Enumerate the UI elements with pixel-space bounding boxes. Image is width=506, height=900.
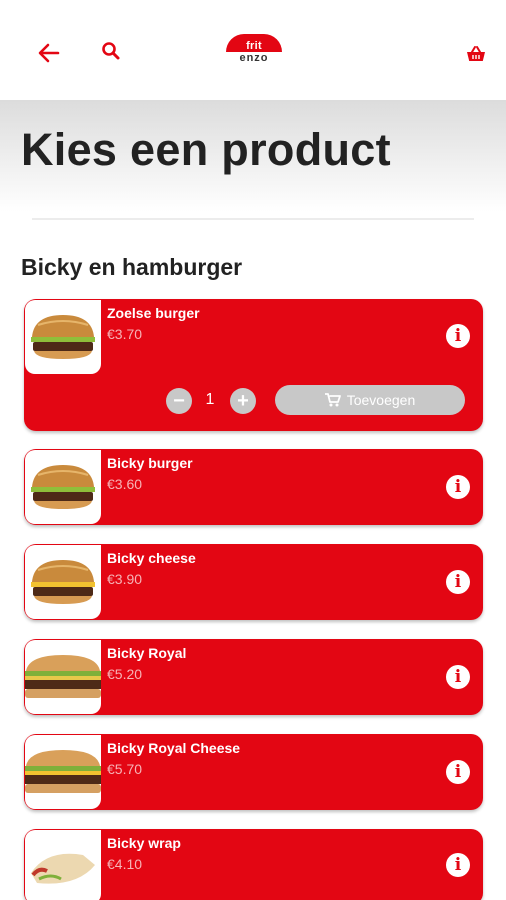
burger-image: [31, 465, 95, 509]
info-icon: i: [454, 667, 462, 687]
product-price: €5.70: [107, 761, 143, 777]
info-button[interactable]: i: [446, 475, 470, 499]
long-burger-image: [25, 655, 101, 698]
product-image: [25, 640, 101, 714]
cart-icon: [324, 393, 341, 407]
info-button[interactable]: i: [446, 570, 470, 594]
product-price: €3.60: [107, 476, 143, 492]
long-burger-image: [25, 750, 101, 793]
quantity-value: 1: [205, 391, 215, 408]
info-button[interactable]: i: [446, 324, 470, 348]
page-title: Kies een product: [21, 124, 391, 175]
quantity-row: − 1 + Toevoegen: [24, 385, 483, 415]
product-name: Bicky Royal: [107, 645, 187, 661]
basket-icon: [467, 46, 485, 61]
product-price: €5.20: [107, 666, 143, 682]
product-card[interactable]: Bicky wrap €4.10 i: [24, 829, 483, 900]
product-name: Zoelse burger: [107, 305, 200, 321]
burger-image: [31, 560, 95, 604]
product-image: [25, 450, 101, 524]
product-price: €4.10: [107, 856, 143, 872]
product-card[interactable]: Zoelse burger €3.70 i − 1 + Toevoegen: [24, 299, 483, 431]
minus-icon: −: [173, 390, 185, 412]
product-card[interactable]: Bicky Royal €5.20 i: [24, 639, 483, 715]
plus-icon: +: [237, 390, 249, 412]
product-name: Bicky wrap: [107, 835, 181, 851]
wrap-image: [31, 853, 95, 884]
product-image: [25, 735, 101, 809]
product-card[interactable]: Bicky Royal Cheese €5.70 i: [24, 734, 483, 810]
info-icon: i: [454, 477, 462, 497]
burger-image: [31, 315, 95, 359]
info-icon: i: [454, 855, 462, 875]
search-icon: [102, 42, 120, 60]
info-button[interactable]: i: [446, 665, 470, 689]
section-title: Bicky en hamburger: [21, 254, 243, 280]
search-button[interactable]: [96, 36, 126, 66]
product-name: Bicky cheese: [107, 550, 196, 566]
add-to-cart-label: Toevoegen: [346, 392, 416, 408]
product-image: [25, 300, 101, 374]
product-card[interactable]: Bicky burger €3.60 i: [24, 449, 483, 525]
divider: [32, 218, 474, 220]
product-image: [25, 545, 101, 619]
arrow-left-icon: [38, 43, 60, 63]
info-button[interactable]: i: [446, 853, 470, 877]
product-name: Bicky burger: [107, 455, 193, 471]
product-card[interactable]: Bicky cheese €3.90 i: [24, 544, 483, 620]
product-image: [25, 830, 101, 900]
app-header: frit enzo: [0, 0, 506, 100]
add-to-cart-button[interactable]: Toevoegen: [275, 385, 465, 415]
info-icon: i: [454, 762, 462, 782]
frit-enzo-logo: frit enzo: [224, 34, 284, 68]
logo-top-text: frit: [246, 40, 262, 52]
info-button[interactable]: i: [446, 760, 470, 784]
info-icon: i: [454, 326, 462, 346]
product-name: Bicky Royal Cheese: [107, 740, 241, 756]
product-price: €3.90: [107, 571, 143, 587]
increase-quantity-button[interactable]: +: [230, 388, 256, 414]
basket-button[interactable]: [462, 40, 490, 68]
info-icon: i: [454, 572, 462, 592]
decrease-quantity-button[interactable]: −: [166, 388, 192, 414]
product-price: €3.70: [107, 326, 143, 342]
back-button[interactable]: [34, 38, 64, 68]
logo-bottom-text: enzo: [239, 52, 269, 64]
